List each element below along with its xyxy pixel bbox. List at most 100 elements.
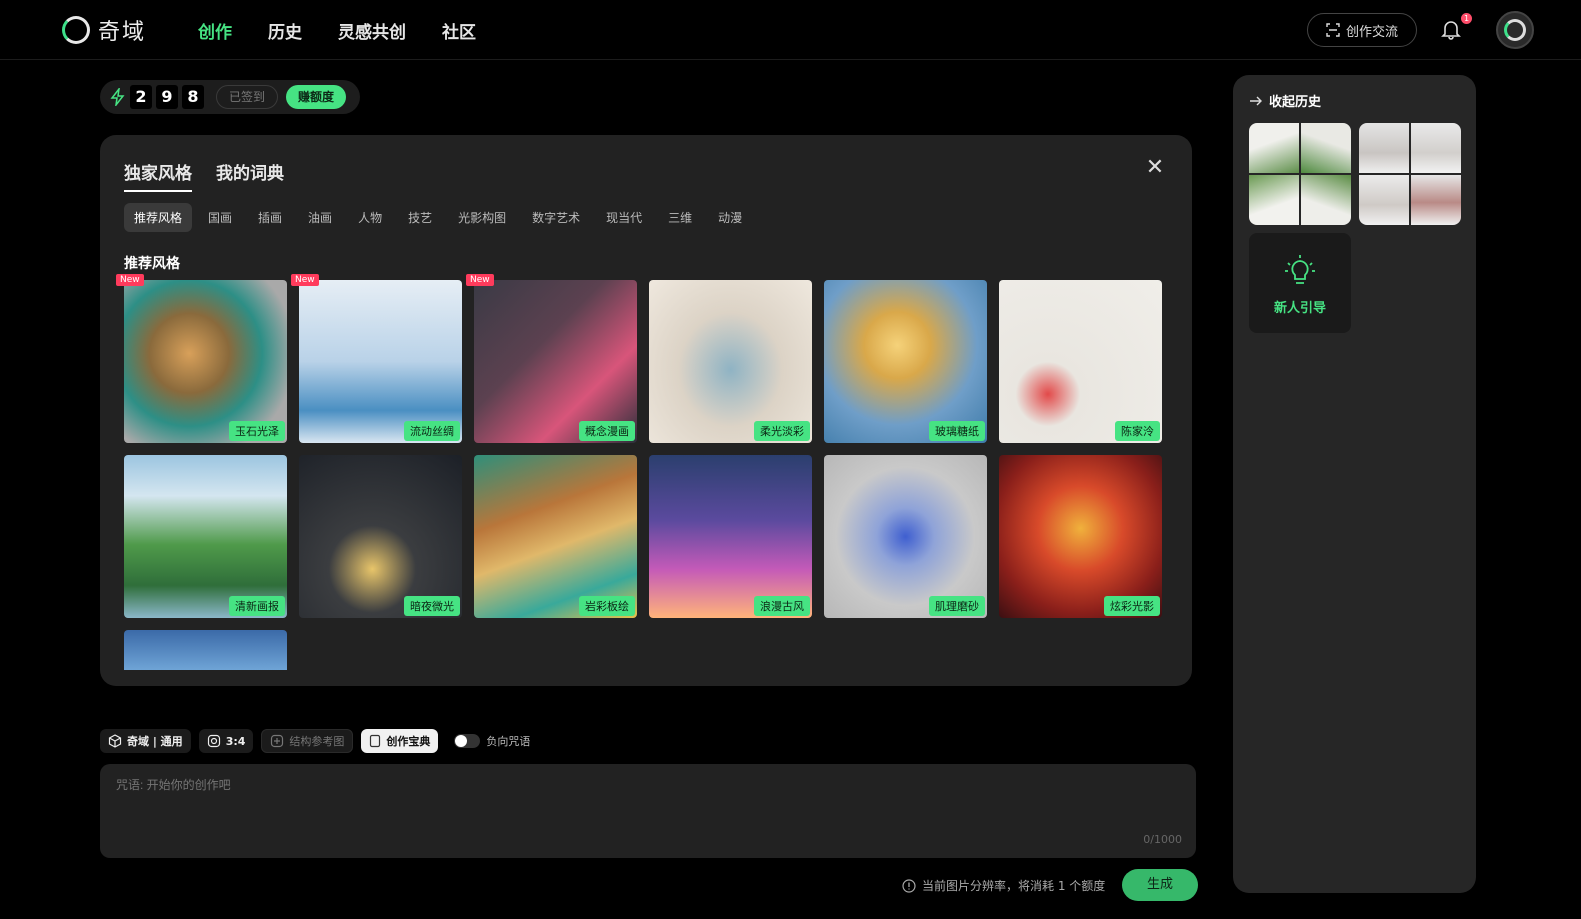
category-item[interactable]: 技艺 [398, 203, 442, 232]
ratio-icon [207, 734, 220, 748]
style-card[interactable]: 玻璃糖纸 [824, 280, 987, 443]
style-image [474, 280, 637, 443]
avatar[interactable] [1496, 11, 1534, 49]
style-card[interactable]: 炫彩光影 [999, 455, 1162, 618]
category-item[interactable]: 现当代 [596, 203, 652, 232]
category-item[interactable]: 插画 [248, 203, 292, 232]
style-label: 炫彩光影 [1104, 596, 1160, 616]
collapse-history-label: 收起历史 [1269, 95, 1322, 110]
style-card[interactable]: 暗夜微光 [299, 455, 462, 618]
history-thumbnail[interactable] [1359, 123, 1461, 225]
cost-note-text: 当前图片分辨率，将消耗 1 个额度 [922, 879, 1106, 893]
category-item[interactable]: 推荐风格 [124, 203, 193, 232]
style-image [999, 455, 1162, 618]
model-select[interactable]: 奇域 | 通用 [100, 729, 191, 753]
prompt-box: 0/1000 [100, 764, 1196, 858]
category-bar: 推荐风格 国画 插画 油画 人物 技艺 光影构图 数字艺术 现当代 三维 动漫 [124, 203, 752, 232]
credit-digit: 8 [182, 85, 204, 109]
negative-prompt-toggle[interactable]: 负向咒语 [454, 733, 530, 749]
nav-item-inspiration[interactable]: 灵感共创 [338, 18, 406, 43]
style-label: 岩彩板绘 [579, 596, 635, 616]
style-image [824, 455, 987, 618]
credit-digit: 9 [156, 85, 178, 109]
newbie-guide-label: 新人引导 [1273, 300, 1326, 316]
history-panel: 收起历史 新人引导 [1233, 75, 1476, 893]
style-card[interactable]: New 概念漫画 [466, 274, 637, 443]
avatar-icon [1504, 19, 1526, 41]
category-item[interactable]: 国画 [198, 203, 242, 232]
ratio-label: 3:4 [225, 734, 246, 748]
negative-prompt-label: 负向咒语 [486, 735, 531, 748]
category-item[interactable]: 人物 [348, 203, 392, 232]
category-item[interactable]: 光影构图 [448, 203, 516, 232]
style-label: 清新画报 [229, 596, 285, 616]
prompt-input[interactable] [116, 778, 1016, 792]
nav-item-history[interactable]: 历史 [268, 18, 302, 43]
collapse-history-button[interactable]: 收起历史 [1249, 91, 1321, 110]
signed-in-badge: 已签到 [216, 85, 279, 109]
ratio-select[interactable]: 3:4 [198, 729, 254, 753]
style-image [649, 455, 812, 618]
cost-note: 当前图片分辨率，将消耗 1 个额度 [902, 877, 1105, 894]
generate-button[interactable]: 生成 [1122, 869, 1198, 901]
style-label: 肌理磨砂 [929, 596, 985, 616]
creation-dictionary-button[interactable]: 创作宝典 [361, 729, 439, 753]
style-panel: 独家风格 我的词典 ✕ 推荐风格 国画 插画 油画 人物 技艺 光影构图 数字艺… [100, 135, 1192, 686]
creation-dictionary-label: 创作宝典 [386, 735, 431, 748]
credit-bar: 2 9 8 已签到 赚额度 [100, 80, 360, 114]
char-counter: 0/1000 [1143, 833, 1182, 846]
info-icon [902, 878, 916, 893]
style-image [999, 280, 1162, 443]
style-image [124, 280, 287, 443]
style-card[interactable]: 岩彩板绘 [474, 455, 637, 618]
tab-my-dictionary[interactable]: 我的词典 [216, 159, 284, 192]
cube-icon [108, 734, 122, 748]
lightbulb-icon [1285, 254, 1315, 284]
style-image [474, 455, 637, 618]
style-card[interactable] [124, 630, 287, 670]
style-image [124, 630, 287, 670]
style-label: 陈家泠 [1115, 421, 1160, 441]
book-icon [370, 734, 381, 748]
category-item[interactable]: 油画 [298, 203, 342, 232]
structure-reference-button[interactable]: 结构参考图 [261, 729, 354, 753]
prompt-toolbar: 奇域 | 通用 3:4 结构参考图 创作宝典 负向咒语 [100, 729, 530, 753]
category-item[interactable]: 三维 [658, 203, 702, 232]
style-card[interactable]: 陈家泠 [999, 280, 1162, 443]
style-card[interactable]: 浪漫古风 [649, 455, 812, 618]
toggle-switch[interactable] [454, 734, 481, 748]
style-card[interactable]: 柔光淡彩 [649, 280, 812, 443]
style-image [299, 455, 462, 618]
nav-item-community[interactable]: 社区 [442, 18, 476, 43]
brand-name: 奇域 [98, 20, 147, 45]
arrow-right-icon [1250, 96, 1262, 105]
structure-reference-label: 结构参考图 [289, 735, 345, 748]
earn-credits-button[interactable]: 赚额度 [286, 85, 347, 109]
close-icon[interactable]: ✕ [1144, 157, 1166, 179]
style-card[interactable]: New 流动丝绸 [291, 274, 462, 443]
category-item[interactable]: 数字艺术 [522, 203, 590, 232]
add-icon [271, 734, 284, 748]
category-item[interactable]: 动漫 [708, 203, 752, 232]
main-nav: 创作 历史 灵感共创 社区 [198, 18, 476, 43]
style-label: 玉石光泽 [229, 421, 285, 441]
style-label: 浪漫古风 [754, 596, 810, 616]
panel-tabs: 独家风格 我的词典 [124, 159, 284, 192]
new-badge: New [116, 274, 144, 286]
exchange-label: 创作交流 [1345, 24, 1398, 40]
logo-icon [62, 16, 90, 44]
style-card[interactable]: New 玉石光泽 [116, 274, 287, 443]
nav-item-create[interactable]: 创作 [198, 18, 232, 43]
exchange-button[interactable]: 创作交流 [1307, 13, 1417, 47]
new-badge: New [466, 274, 494, 286]
logo[interactable]: 奇域 [62, 14, 146, 46]
scan-icon [1326, 23, 1340, 37]
bell-icon[interactable] [1440, 18, 1462, 40]
credit-digit: 2 [130, 85, 152, 109]
history-thumbnail[interactable] [1249, 123, 1351, 225]
newbie-guide-card[interactable]: 新人引导 [1249, 233, 1351, 333]
style-image [299, 280, 462, 443]
style-card[interactable]: 清新画报 [124, 455, 287, 618]
tab-exclusive-style[interactable]: 独家风格 [124, 159, 192, 192]
style-card[interactable]: 肌理磨砂 [824, 455, 987, 618]
